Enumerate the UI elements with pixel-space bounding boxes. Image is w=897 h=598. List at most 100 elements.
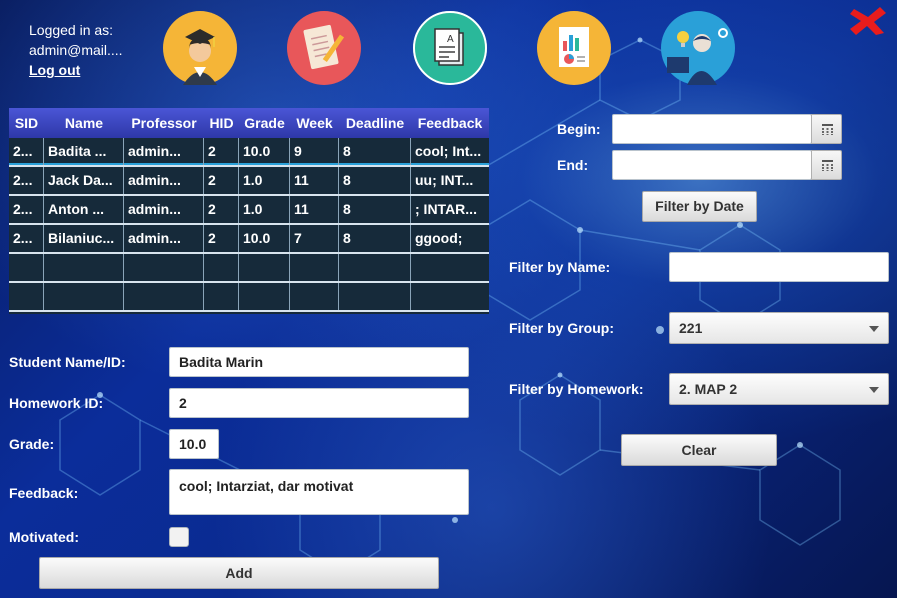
cell-name: Bilaniuc... bbox=[44, 225, 124, 252]
grade-label: Grade: bbox=[9, 436, 55, 452]
cell-grade bbox=[239, 254, 290, 281]
end-calendar-icon[interactable] bbox=[811, 150, 842, 180]
cell-name: Badita ... bbox=[44, 138, 124, 165]
column-header-professor[interactable]: Professor bbox=[124, 108, 204, 138]
cell-hid: 2 bbox=[204, 138, 239, 165]
cell-deadline: 8 bbox=[339, 225, 411, 252]
cell-hid bbox=[204, 254, 239, 281]
begin-calendar-icon[interactable] bbox=[811, 114, 842, 144]
user-email: admin@mail.... bbox=[29, 42, 123, 58]
homework-icon[interactable] bbox=[287, 11, 361, 85]
table-row[interactable]: 2... Jack Da... admin... 2 1.0 11 8 uu; INT... bbox=[9, 167, 489, 196]
cell-professor bbox=[124, 254, 204, 281]
table-row[interactable]: 2... Anton ... admin... 2 1.0 11 8; INTAR... bbox=[9, 196, 489, 225]
column-header-week[interactable]: Week bbox=[290, 108, 339, 138]
cell-name: Jack Da... bbox=[44, 167, 124, 194]
filter-homework-label: Filter by Homework: bbox=[509, 381, 644, 397]
cell-week: 9 bbox=[290, 138, 339, 165]
table-row[interactable] bbox=[9, 283, 489, 312]
add-button[interactable]: Add bbox=[39, 557, 439, 589]
cell-feedback bbox=[411, 283, 489, 310]
filter-name-input[interactable] bbox=[669, 252, 889, 282]
filter-name-label: Filter by Name: bbox=[509, 259, 611, 275]
cell-week bbox=[290, 283, 339, 310]
cell-deadline bbox=[339, 254, 411, 281]
close-icon[interactable] bbox=[848, 5, 888, 37]
cell-hid bbox=[204, 283, 239, 310]
filter-by-date-button[interactable]: Filter by Date bbox=[642, 191, 757, 222]
column-header-feedback[interactable]: Feedback bbox=[411, 108, 489, 138]
column-header-grade[interactable]: Grade bbox=[239, 108, 290, 138]
reports-icon[interactable] bbox=[537, 11, 611, 85]
homework-grades-table[interactable]: SID Name Professor HID Grade Week Deadli… bbox=[9, 108, 489, 314]
cell-sid: 2... bbox=[9, 138, 44, 165]
cell-name bbox=[44, 254, 124, 281]
cell-professor: admin... bbox=[124, 138, 204, 165]
cell-week: 11 bbox=[290, 167, 339, 194]
grades-document-icon[interactable]: A bbox=[413, 11, 487, 85]
filter-homework-value: 2. MAP 2 bbox=[679, 381, 738, 397]
cell-week: 7 bbox=[290, 225, 339, 252]
motivated-checkbox[interactable] bbox=[169, 527, 189, 547]
motivated-label: Motivated: bbox=[9, 529, 79, 545]
clear-button[interactable]: Clear bbox=[621, 434, 777, 466]
table-row[interactable] bbox=[9, 254, 489, 283]
cell-sid: 2... bbox=[9, 225, 44, 252]
professor-idea-icon[interactable] bbox=[661, 11, 735, 85]
chevron-down-icon bbox=[869, 326, 879, 332]
logout-link[interactable]: Log out bbox=[29, 62, 80, 78]
cell-name: Anton ... bbox=[44, 196, 124, 223]
homework-id-label: Homework ID: bbox=[9, 395, 104, 411]
filter-group-select[interactable]: 221 bbox=[669, 312, 889, 344]
students-icon[interactable] bbox=[163, 11, 237, 85]
table-header-row: SID Name Professor HID Grade Week Deadli… bbox=[9, 108, 489, 138]
cell-sid bbox=[9, 254, 44, 281]
cell-professor: admin... bbox=[124, 225, 204, 252]
column-header-name[interactable]: Name bbox=[44, 108, 124, 138]
begin-date-label: Begin: bbox=[557, 121, 601, 137]
end-date-input[interactable] bbox=[612, 150, 812, 180]
cell-grade bbox=[239, 283, 290, 310]
end-date-label: End: bbox=[557, 157, 589, 173]
cell-sid bbox=[9, 283, 44, 310]
cell-deadline: 8 bbox=[339, 138, 411, 165]
cell-hid: 2 bbox=[204, 167, 239, 194]
table-body: 2... Badita ... admin... 2 10.0 9 8 cool; Int..… bbox=[9, 138, 489, 312]
cell-feedback bbox=[411, 254, 489, 281]
cell-professor: admin... bbox=[124, 196, 204, 223]
grade-input[interactable]: 10.0 bbox=[169, 429, 219, 459]
table-row[interactable]: 2... Bilaniuc... admin... 2 10.0 7 8 ggood; bbox=[9, 225, 489, 254]
cell-professor: admin... bbox=[124, 167, 204, 194]
column-header-sid[interactable]: SID bbox=[9, 108, 44, 138]
begin-date-input[interactable] bbox=[612, 114, 812, 144]
cell-professor bbox=[124, 283, 204, 310]
student-name-input[interactable]: Badita Marin bbox=[169, 347, 469, 377]
cell-feedback: uu; INT... bbox=[415, 172, 474, 188]
cell-deadline: 8 bbox=[339, 167, 411, 194]
cell-grade: 1.0 bbox=[239, 196, 290, 223]
login-info: Logged in as: admin@mail.... bbox=[29, 20, 123, 60]
cell-name bbox=[44, 283, 124, 310]
cell-grade: 1.0 bbox=[239, 167, 290, 194]
column-header-hid[interactable]: HID bbox=[204, 108, 239, 138]
cell-sid: 2... bbox=[9, 196, 44, 223]
column-header-deadline[interactable]: Deadline bbox=[339, 108, 411, 138]
cell-grade: 10.0 bbox=[239, 138, 290, 165]
filter-group-label: Filter by Group: bbox=[509, 320, 614, 336]
homework-id-input[interactable]: 2 bbox=[169, 388, 469, 418]
cell-hid: 2 bbox=[204, 225, 239, 252]
cell-feedback: cool; Int... bbox=[415, 143, 482, 159]
student-label: Student Name/ID: bbox=[9, 354, 126, 370]
cell-deadline: 8 bbox=[339, 196, 411, 223]
cell-week: 11 bbox=[290, 196, 339, 223]
cell-hid: 2 bbox=[204, 196, 239, 223]
filter-homework-select[interactable]: 2. MAP 2 bbox=[669, 373, 889, 405]
svg-text:A: A bbox=[447, 34, 454, 45]
cell-feedback: ; INTAR... bbox=[415, 201, 477, 217]
filter-group-value: 221 bbox=[679, 320, 703, 336]
chevron-down-icon bbox=[869, 387, 879, 393]
logged-in-label: Logged in as: bbox=[29, 22, 114, 38]
feedback-textarea[interactable]: cool; Intarziat, dar motivat bbox=[169, 469, 469, 515]
table-row[interactable]: 2... Badita ... admin... 2 10.0 9 8 cool; Int..… bbox=[9, 138, 489, 167]
cell-sid: 2... bbox=[9, 167, 44, 194]
